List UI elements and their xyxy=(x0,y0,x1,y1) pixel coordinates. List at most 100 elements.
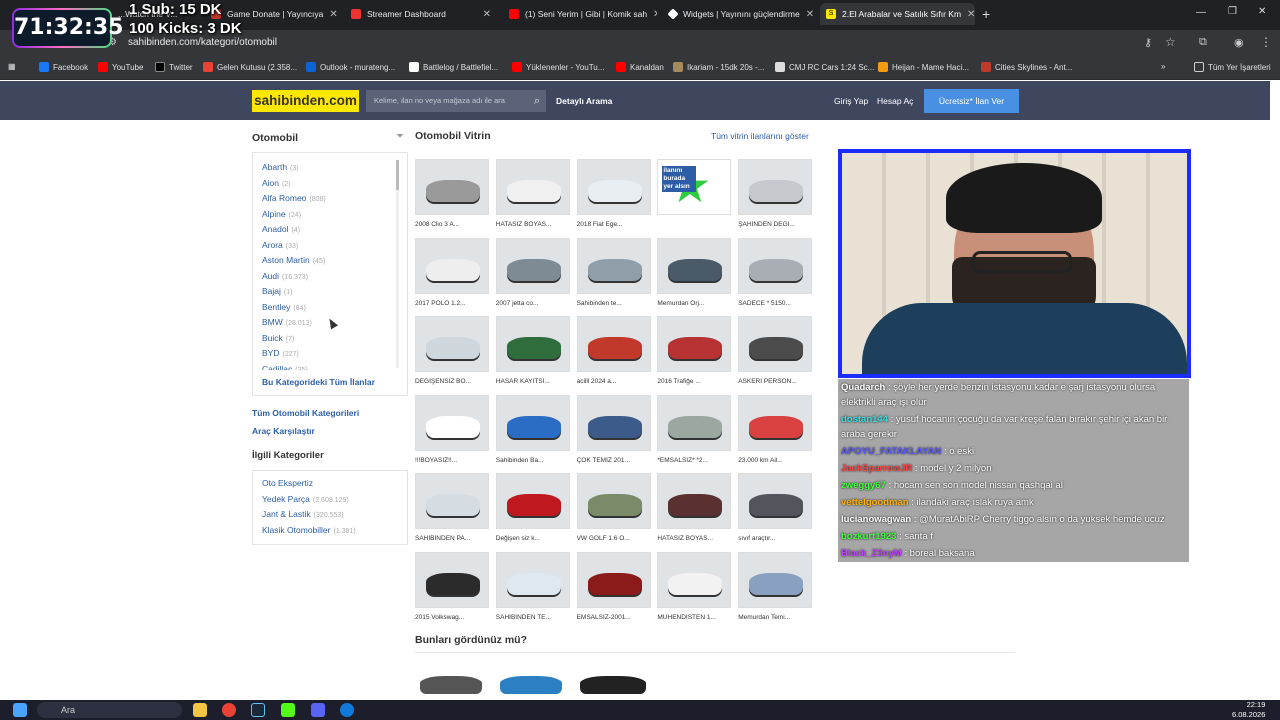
all-category-ads-link[interactable]: Bu Kategorideki Tüm İlanlar xyxy=(262,377,375,387)
taskbar-search[interactable]: Ara xyxy=(37,702,182,718)
car-photo[interactable] xyxy=(576,159,651,215)
key-icon[interactable]: ⚷ xyxy=(1144,36,1152,49)
brand-item[interactable]: Alpine (24) xyxy=(262,209,301,219)
car-photo[interactable] xyxy=(738,552,813,608)
vitrin-caption[interactable]: ASKERİ PERSON... xyxy=(738,378,812,385)
vitrin-caption[interactable]: MÜHENDİSTEN 1... xyxy=(657,614,731,621)
vitrin-card[interactable]: ★ilanını burada yer alsın xyxy=(657,159,732,221)
filter-icon[interactable]: ⏷ xyxy=(396,131,404,142)
bookmark-battlelog[interactable]: Battlelog / Battlefiel... xyxy=(409,62,498,72)
vitrin-caption[interactable]: EMSALSİZ-2001... xyxy=(577,614,651,621)
car-photo[interactable] xyxy=(495,237,570,294)
bookmark-ikariam[interactable]: Ikariam - 15dk 20s -... xyxy=(673,62,764,72)
vitrin-card[interactable]: acilll 2024 a... xyxy=(576,316,651,385)
bookmark-heijan[interactable]: Heijan - Mame Haci... xyxy=(878,62,969,72)
vitrin-caption[interactable]: 2008 Clio 3 A... xyxy=(415,221,489,228)
url-field[interactable]: sahibinden.com/kategori/otomobil xyxy=(128,37,277,48)
bookmark-outlook[interactable]: Outlook - murateng... xyxy=(306,62,395,72)
brand-item[interactable]: Abarth (3) xyxy=(262,162,299,172)
vitrin-card[interactable]: VW GOLF 1.6 O... xyxy=(576,473,651,542)
vitrin-card[interactable]: ŞAHİNDEN DEĞİ... xyxy=(738,159,813,228)
car-photo[interactable] xyxy=(495,394,570,451)
file-explorer-icon[interactable] xyxy=(193,703,207,717)
vitrin-card[interactable]: SAHİBİNDEN TE... xyxy=(495,552,570,621)
vitrin-card[interactable]: 2018 Fiat Ege... xyxy=(576,159,651,228)
profile-icon[interactable]: ◉ xyxy=(1234,36,1244,49)
vitrin-card[interactable]: Sahibinden Ba... xyxy=(495,394,570,464)
vitrin-card[interactable]: 2008 Clio 3 A... xyxy=(415,159,489,228)
close-icon[interactable]: ✕ xyxy=(961,9,975,20)
vitrin-card[interactable]: !!!BOYASIZ!!... xyxy=(415,394,489,464)
bookmark-youtube-uploads[interactable]: Yüklenenler - YouTu... xyxy=(512,62,604,72)
vitrin-caption[interactable]: 23.000 km Ail... xyxy=(738,457,812,464)
vitrin-caption[interactable]: Değişen siz k... xyxy=(496,535,570,542)
brand-item[interactable]: BYD (227) xyxy=(262,348,299,358)
brand-item[interactable]: Cadillac(35) xyxy=(262,364,308,370)
vitrin-caption[interactable]: *EMSALSİZ* *2... xyxy=(657,457,731,464)
menu-icon[interactable]: ⋮ xyxy=(1260,35,1272,49)
car-photo[interactable] xyxy=(657,552,732,608)
tab-3[interactable]: Streamer Dashboard ✕ xyxy=(345,3,497,25)
vitrin-card[interactable]: *EMSALSİZ* *2... xyxy=(657,394,732,464)
vitrin-card[interactable]: HATASIZ BOYAS... xyxy=(495,159,570,228)
bookmark-youtube[interactable]: YouTube xyxy=(98,62,143,72)
new-tab-button[interactable]: + xyxy=(982,6,990,22)
vitrin-caption[interactable]: VW GOLF 1.6 O... xyxy=(577,535,651,542)
vitrin-caption[interactable]: 2016 Trafiğe ... xyxy=(657,378,731,385)
windows-start-icon[interactable] xyxy=(13,703,27,717)
detailed-search-link[interactable]: Detaylı Arama xyxy=(556,96,612,106)
vitrin-card[interactable]: 2017 POLO 1.2... xyxy=(415,237,489,307)
vitrin-caption[interactable]: Memurdan Temi... xyxy=(738,614,812,621)
maximize-button[interactable]: ❐ xyxy=(1228,6,1237,17)
vitrin-card[interactable]: Değişen siz k... xyxy=(495,473,570,542)
car-photo[interactable] xyxy=(738,316,813,373)
related-category-item[interactable]: Oto Ekspertiz xyxy=(262,478,316,488)
vitrin-caption[interactable]: !!!BOYASIZ!!... xyxy=(415,457,489,464)
edge-icon[interactable] xyxy=(340,703,354,717)
vitrin-caption[interactable]: Sahibinden Ba... xyxy=(496,457,570,464)
car-photo[interactable] xyxy=(738,237,813,294)
vitrin-caption[interactable]: Memurdan Orj... xyxy=(657,300,731,307)
vitrin-card[interactable]: Memurdan Orj... xyxy=(657,237,732,307)
brand-item[interactable]: Aion (2) xyxy=(262,178,291,188)
brand-item[interactable]: Audi (16.373) xyxy=(262,271,308,281)
car-thumbnail[interactable] xyxy=(420,676,482,694)
car-photo[interactable] xyxy=(495,552,570,608)
vitrin-caption[interactable]: acilll 2024 a... xyxy=(577,378,651,385)
car-photo[interactable] xyxy=(415,394,489,451)
vitrin-caption[interactable]: sıvıf araçtır... xyxy=(738,535,812,542)
bookmark-facebook[interactable]: Facebook xyxy=(39,62,88,72)
related-category-item[interactable]: Klasik Otomobiller (1.381) xyxy=(262,525,356,535)
vitrin-caption[interactable]: SAHİBİNDEN PA... xyxy=(415,535,489,542)
brand-item[interactable]: Bajaj (1) xyxy=(262,286,292,296)
close-icon[interactable]: ✕ xyxy=(647,9,657,20)
bookmark-cmj[interactable]: CMJ RC Cars 1:24 Sc... xyxy=(775,62,874,72)
car-photo[interactable] xyxy=(657,237,732,294)
bookmark-cities[interactable]: Cities Skylines - Ant... xyxy=(981,62,1072,72)
close-icon[interactable]: ✕ xyxy=(323,9,337,20)
car-photo[interactable] xyxy=(738,394,813,451)
car-photo[interactable] xyxy=(657,394,732,451)
site-logo[interactable]: sahibinden.com xyxy=(252,90,359,112)
car-photo[interactable] xyxy=(657,473,732,530)
close-icon[interactable]: ✕ xyxy=(477,9,491,20)
vitrin-card[interactable]: Memurdan Temi... xyxy=(738,552,813,621)
vitrin-card[interactable]: Sahibinden te... xyxy=(576,237,651,307)
register-link[interactable]: Hesap Aç xyxy=(877,96,913,106)
car-photo[interactable] xyxy=(657,316,732,373)
vitrin-card[interactable]: EMSALSİZ-2001... xyxy=(576,552,651,621)
vitrin-card[interactable]: ÇOK TEMİZ 201... xyxy=(576,394,651,464)
vitrin-caption[interactable]: HASAR KAYITSI... xyxy=(496,378,570,385)
tab-4[interactable]: (1) Seni Yerim | Gibi | Komik sah✕ xyxy=(503,3,657,25)
vitrin-caption[interactable]: 2007 jetta co... xyxy=(496,300,570,307)
car-photo[interactable] xyxy=(415,159,489,215)
brand-scrollbar[interactable] xyxy=(396,160,399,368)
car-photo[interactable] xyxy=(495,316,570,373)
vitrin-card[interactable]: 2015 Volkswag... xyxy=(415,552,489,621)
car-photo[interactable] xyxy=(576,394,651,451)
show-all-vitrin-link[interactable]: Tüm vitrin ilanlarını göster xyxy=(711,131,809,141)
vitrin-card[interactable]: 2007 jetta co... xyxy=(495,237,570,307)
brand-item[interactable]: BMW (28.013) xyxy=(262,317,312,327)
car-photo[interactable] xyxy=(415,552,489,608)
car-photo[interactable] xyxy=(415,473,489,530)
